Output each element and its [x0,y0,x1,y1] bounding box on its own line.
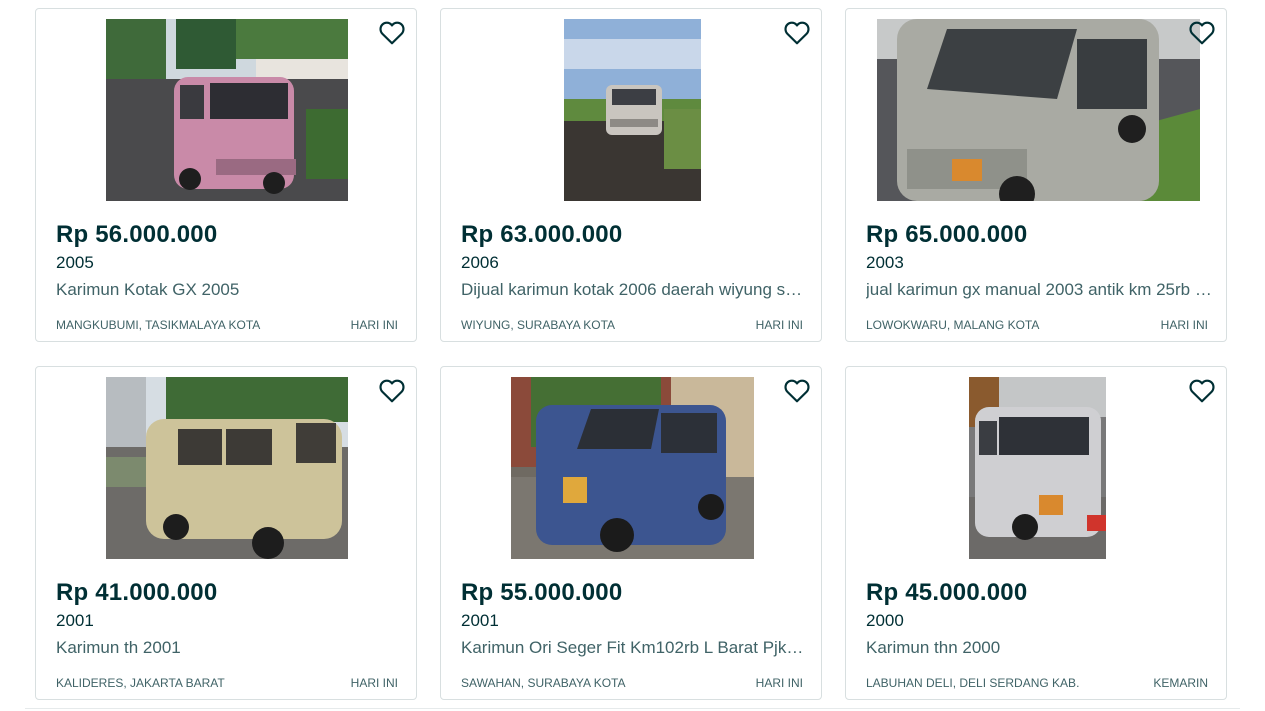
listing-year: 2005 [56,253,94,272]
heart-outline-icon [1189,21,1215,45]
divider [25,708,1240,709]
listing-location: SAWAHAN, SURABAYA KOTA [461,676,626,690]
listing-date: HARI INI [755,676,803,690]
listing-photo[interactable] [106,377,348,559]
listing-year: 2001 [461,611,499,630]
listing-title[interactable]: Karimun thn 2000 [866,638,1212,658]
listing-card[interactable]: Rp 65.000.000 2003 jual karimun gx manua… [845,8,1227,342]
listing-year: 2001 [56,611,94,630]
listing-photo[interactable] [877,19,1200,201]
listing-price: Rp 63.000.000 [461,221,623,248]
listing-title[interactable]: Karimun Kotak GX 2005 [56,280,402,300]
listing-price: Rp 41.000.000 [56,579,218,606]
listing-location: MANGKUBUMI, TASIKMALAYA KOTA [56,318,261,332]
listing-location: LOWOKWARU, MALANG KOTA [866,318,1040,332]
listing-photo[interactable] [511,377,754,559]
listing-title[interactable]: jual karimun gx manual 2003 antik km 25r… [866,280,1212,300]
heart-outline-icon [784,379,810,403]
listing-date: HARI INI [1160,318,1208,332]
listing-card[interactable]: Rp 56.000.000 2005 Karimun Kotak GX 2005… [35,8,417,342]
listing-location: KALIDERES, JAKARTA BARAT [56,676,225,690]
heart-outline-icon [379,379,405,403]
listing-price: Rp 56.000.000 [56,221,218,248]
listing-date: HARI INI [350,318,398,332]
listing-year: 2003 [866,253,904,272]
listing-card[interactable]: Rp 55.000.000 2001 Karimun Ori Seger Fit… [440,366,822,700]
listing-card[interactable]: Rp 45.000.000 2000 Karimun thn 2000 LABU… [845,366,1227,700]
favorite-button[interactable] [1188,19,1216,47]
listing-date: HARI INI [350,676,398,690]
heart-outline-icon [1189,379,1215,403]
listing-card[interactable]: Rp 41.000.000 2001 Karimun th 2001 KALID… [35,366,417,700]
heart-outline-icon [379,21,405,45]
listing-title[interactable]: Dijual karimun kotak 2006 daerah wiyung … [461,280,807,300]
listing-date: HARI INI [755,318,803,332]
favorite-button[interactable] [378,19,406,47]
listing-grid: Rp 56.000.000 2005 Karimun Kotak GX 2005… [0,0,1265,711]
listing-photo[interactable] [564,19,701,201]
listing-location: LABUHAN DELI, DELI SERDANG KAB. [866,676,1080,690]
heart-outline-icon [784,21,810,45]
listing-price: Rp 65.000.000 [866,221,1028,248]
favorite-button[interactable] [783,19,811,47]
favorite-button[interactable] [1188,377,1216,405]
listing-location: WIYUNG, SURABAYA KOTA [461,318,616,332]
listing-year: 2000 [866,611,904,630]
favorite-button[interactable] [378,377,406,405]
listing-year: 2006 [461,253,499,272]
listing-price: Rp 55.000.000 [461,579,623,606]
listing-photo[interactable] [106,19,348,201]
listing-photo[interactable] [969,377,1106,559]
listing-title[interactable]: Karimun th 2001 [56,638,402,658]
favorite-button[interactable] [783,377,811,405]
listing-price: Rp 45.000.000 [866,579,1028,606]
listing-date: KEMARIN [1153,676,1208,690]
listing-title[interactable]: Karimun Ori Seger Fit Km102rb L Barat Pj… [461,638,807,658]
listing-card[interactable]: Rp 63.000.000 2006 Dijual karimun kotak … [440,8,822,342]
